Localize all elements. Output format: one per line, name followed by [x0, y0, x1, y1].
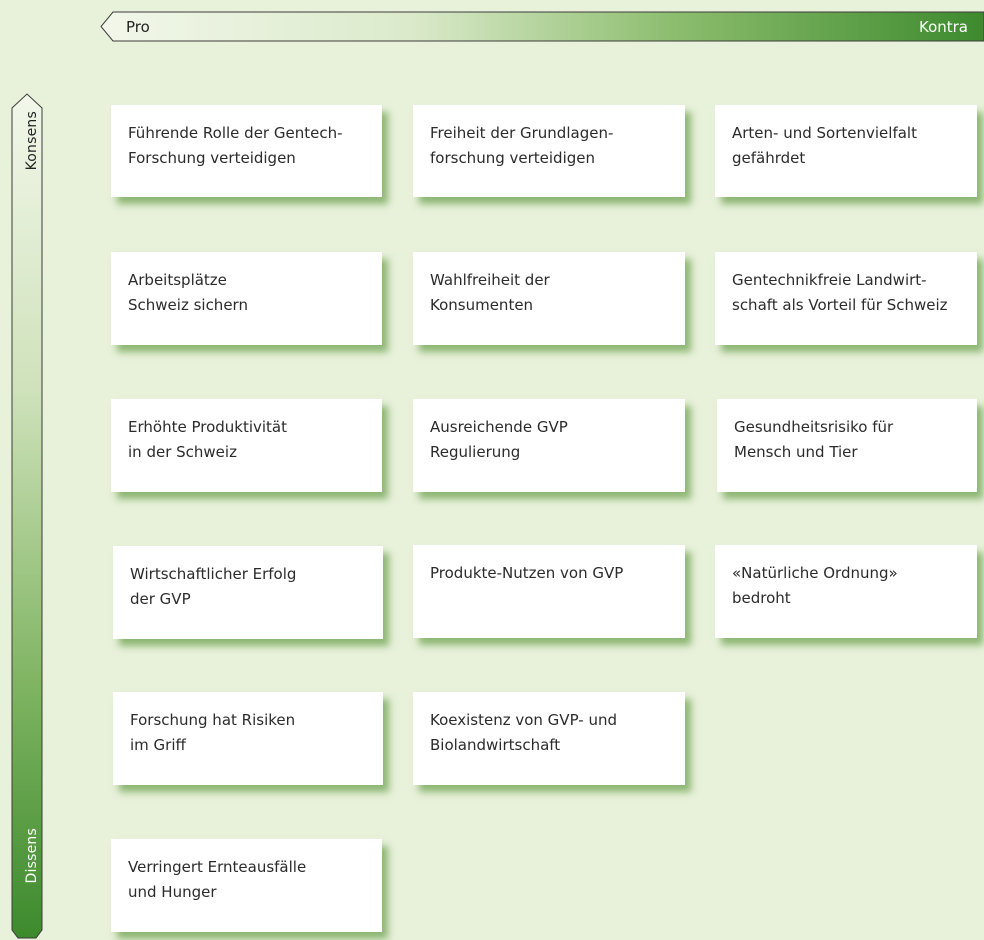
card-text-line: Arbeitsplätze	[128, 271, 227, 289]
card-text-line: «Natürliche Ordnung»	[732, 564, 898, 582]
argument-card: Produkte-Nutzen von GVP	[413, 545, 685, 638]
argument-card: Führende Rolle der Gentech- Forschung ve…	[111, 105, 382, 197]
card-text-line: Ausreichende GVP	[430, 418, 568, 436]
argument-card: Arten- und Sortenvielfalt gefährdet	[715, 105, 977, 197]
argument-card: Wahlfreiheit der Konsumenten	[413, 252, 685, 345]
card-text-line: Forschung hat Risiken	[130, 711, 296, 729]
card-text-line: Führende Rolle der Gentech-	[128, 124, 343, 142]
argument-card: Koexistenz von GVP- und Biolandwirtschaf…	[413, 692, 685, 785]
card-text-line: bedroht	[732, 589, 791, 607]
card-text-line: Koexistenz von GVP- und	[430, 711, 617, 729]
card-text-line: forschung verteidigen	[430, 149, 595, 167]
card-text-line: Regulierung	[430, 443, 521, 461]
argument-card: Erhöhte Produktivität in der Schweiz	[111, 399, 382, 492]
dissens-label: Dissens	[24, 828, 40, 884]
card-text-line: Schweiz sichern	[128, 296, 248, 314]
card-text-line: in der Schweiz	[128, 443, 237, 461]
pro-label: Pro	[126, 18, 150, 36]
card-text-line: gefährdet	[732, 149, 806, 167]
card-text-line: Gesundheitsrisiko für	[734, 418, 894, 436]
argument-card: Gesundheitsrisiko für Mensch und Tier	[717, 399, 977, 492]
card-text-line: Wahlfreiheit der	[430, 271, 550, 289]
card-text-line: Wirtschaftlicher Erfolg	[130, 565, 297, 583]
card-text-line: schaft als Vorteil für Schweiz	[732, 296, 948, 314]
card-text-line: Produkte-Nutzen von GVP	[430, 564, 624, 582]
argument-card: Freiheit der Grundlagen- forschung verte…	[413, 105, 685, 197]
card-text-line: Konsumenten	[430, 296, 534, 314]
card-text-line: Erhöhte Produktivität	[128, 418, 288, 436]
konsens-label: Konsens	[24, 111, 40, 171]
card-text-line: Mensch und Tier	[734, 443, 858, 461]
argument-card: Wirtschaftlicher Erfolg der GVP	[113, 546, 383, 639]
card-text-line: Gentechnikfreie Landwirt-	[732, 271, 927, 289]
card-text-line: Freiheit der Grundlagen-	[430, 124, 614, 142]
card-text-line: der GVP	[130, 590, 191, 608]
konsens-dissens-arrow	[11, 93, 43, 939]
argument-card: Ausreichende GVP Regulierung	[413, 399, 685, 492]
card-text-line: im Griff	[130, 736, 186, 754]
card-text-line: Verringert Ernteausfälle	[128, 858, 307, 876]
argument-card: «Natürliche Ordnung» bedroht	[715, 545, 977, 638]
argument-card: Forschung hat Risiken im Griff	[113, 692, 383, 785]
pro-kontra-arrow	[100, 11, 984, 42]
argument-card: Verringert Ernteausfälle und Hunger	[111, 839, 382, 932]
argument-card: Arbeitsplätze Schweiz sichern	[111, 252, 382, 345]
argument-card: Gentechnikfreie Landwirt- schaft als Vor…	[715, 252, 977, 345]
card-text-line: Biolandwirtschaft	[430, 736, 561, 754]
card-text-line: Arten- und Sortenvielfalt	[732, 124, 917, 142]
card-text-line: und Hunger	[128, 883, 217, 901]
kontra-label: Kontra	[918, 18, 968, 36]
card-text-line: Forschung verteidigen	[128, 149, 296, 167]
